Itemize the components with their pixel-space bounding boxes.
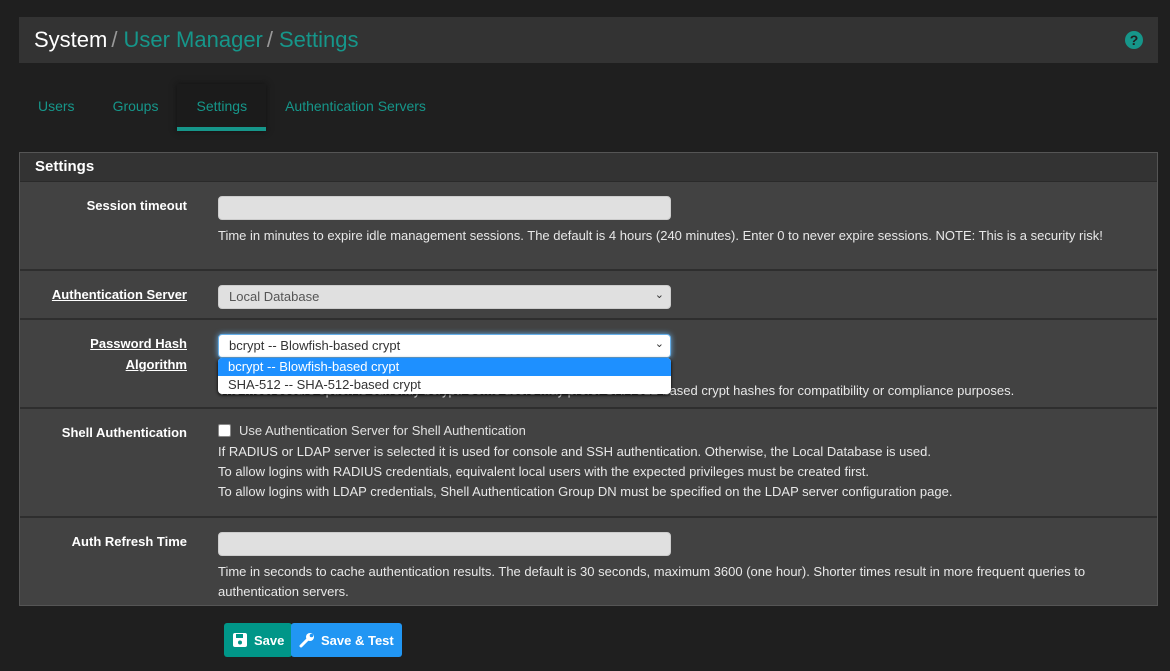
auth-server-label: Authentication Server: [51, 287, 187, 302]
shell-auth-checkbox-label[interactable]: Use Authentication Server for Shell Auth…: [239, 423, 526, 438]
auth-refresh-label: Auth Refresh Time: [71, 534, 187, 549]
option-bcrypt[interactable]: bcrypt -- Blowfish-based crypt: [218, 358, 671, 376]
password-hash-row: Password Hash Algorithm bcrypt -- Blowfis…: [20, 320, 1157, 409]
chevron-down-icon: ⌄: [654, 338, 664, 350]
password-hash-select[interactable]: bcrypt -- Blowfish-based crypt ⌄: [218, 334, 671, 358]
shell-auth-checkbox[interactable]: [218, 424, 231, 437]
session-timeout-input[interactable]: [218, 196, 671, 220]
option-sha512[interactable]: SHA-512 -- SHA-512-based crypt: [218, 376, 671, 394]
tab-groups[interactable]: Groups: [94, 84, 178, 131]
panel-title: Settings: [20, 153, 1157, 182]
shell-auth-hint-2: To allow logins with RADIUS credentials,…: [218, 464, 870, 479]
auth-refresh-row: Auth Refresh Time Time in seconds to cac…: [20, 518, 1157, 606]
shell-auth-row: Shell Authentication Use Authentication …: [20, 409, 1157, 518]
password-hash-label-2: Algorithm: [125, 357, 187, 372]
page-header: System / User Manager / Settings ?: [19, 17, 1158, 63]
breadcrumb-user-manager[interactable]: User Manager: [123, 27, 262, 53]
shell-auth-label: Shell Authentication: [61, 425, 187, 440]
auth-server-row: Authentication Server Local Database ⌄: [20, 271, 1157, 320]
session-timeout-label: Session timeout: [86, 198, 187, 213]
tab-users[interactable]: Users: [19, 84, 94, 131]
session-timeout-row: Session timeout Time in minutes to expir…: [20, 182, 1157, 271]
breadcrumb-system: System: [34, 27, 108, 52]
auth-server-value: Local Database: [229, 289, 320, 304]
shell-auth-hint-1: If RADIUS or LDAP server is selected it …: [218, 444, 931, 459]
password-hash-label: Password Hash: [90, 336, 187, 351]
save-test-label: Save & Test: [321, 632, 394, 648]
tab-settings[interactable]: Settings: [177, 84, 267, 131]
tab-bar: Users Groups Settings Authentication Ser…: [19, 84, 445, 131]
settings-panel: Settings Session timeout Time in minutes…: [19, 152, 1158, 606]
tab-authentication-servers[interactable]: Authentication Servers: [266, 84, 445, 131]
save-button[interactable]: Save: [224, 623, 293, 657]
breadcrumb-settings[interactable]: Settings: [279, 27, 359, 53]
chevron-down-icon: ⌄: [654, 289, 664, 301]
help-icon[interactable]: ?: [1125, 31, 1143, 49]
auth-server-select[interactable]: Local Database ⌄: [218, 285, 671, 309]
auth-refresh-hint: Time in seconds to cache authentication …: [218, 564, 1086, 599]
password-hash-dropdown: bcrypt -- Blowfish-based crypt SHA-512 -…: [218, 358, 671, 394]
save-label: Save: [254, 632, 285, 648]
shell-auth-hint-3: To allow logins with LDAP credentials, S…: [218, 484, 953, 499]
password-hash-value: bcrypt -- Blowfish-based crypt: [229, 338, 401, 353]
auth-refresh-input[interactable]: [218, 532, 671, 556]
floppy-disk-icon: [233, 633, 247, 647]
session-timeout-hint: Time in minutes to expire idle managemen…: [218, 228, 1103, 243]
save-test-button[interactable]: Save & Test: [291, 623, 402, 657]
wrench-icon: [299, 633, 314, 648]
